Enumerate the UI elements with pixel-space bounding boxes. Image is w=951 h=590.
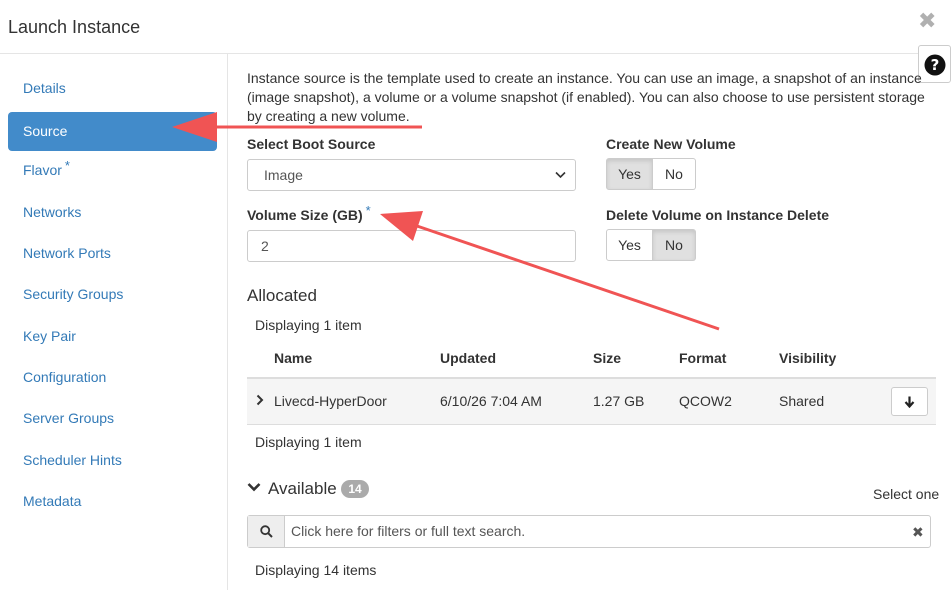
boot-source-label: Select Boot Source bbox=[247, 136, 376, 152]
deallocate-button[interactable] bbox=[891, 387, 928, 416]
volume-size-input[interactable]: 2 bbox=[247, 230, 576, 262]
sidebar-item-label: Key Pair bbox=[23, 328, 76, 344]
sidebar-item-security-groups[interactable]: Security Groups bbox=[8, 275, 217, 314]
clear-icon[interactable]: ✖ bbox=[912, 524, 924, 541]
boot-source-value: Image bbox=[264, 167, 303, 183]
sidebar-item-details[interactable]: Details bbox=[8, 69, 217, 108]
modal-header: Launch Instance ✖ bbox=[0, 0, 951, 54]
sidebar-item-label: Server Groups bbox=[23, 410, 115, 426]
expand-icon[interactable] bbox=[256, 394, 264, 406]
delete-volume-no-button[interactable]: No bbox=[653, 229, 696, 261]
table-row: Livecd-HyperDoor 6/10/26 7:04 AM 1.27 GB… bbox=[247, 379, 936, 425]
allocated-title: Allocated bbox=[247, 286, 317, 305]
sidebar-item-flavor[interactable]: Flavor * bbox=[8, 151, 217, 190]
search-input[interactable]: Click here for filters or full text sear… bbox=[291, 523, 525, 539]
sidebar-item-label: Source bbox=[23, 123, 68, 139]
create-volume-yes-button[interactable]: Yes bbox=[606, 158, 653, 190]
delete-volume-yes-button[interactable]: Yes bbox=[606, 229, 653, 261]
cell-visibility: Shared bbox=[779, 393, 825, 409]
sidebar-item-label: Network Ports bbox=[23, 245, 111, 261]
chevron-down-icon bbox=[555, 171, 566, 179]
search-bar[interactable]: Click here for filters or full text sear… bbox=[247, 515, 931, 548]
sidebar-item-label: Networks bbox=[23, 204, 82, 220]
available-count: Displaying 14 items bbox=[255, 562, 377, 578]
available-count-badge: 14 bbox=[341, 480, 369, 498]
column-header-format[interactable]: Format bbox=[679, 350, 726, 366]
required-marker: * bbox=[64, 158, 70, 173]
allocated-count-bottom: Displaying 1 item bbox=[255, 434, 362, 450]
required-marker: * bbox=[365, 203, 371, 218]
sidebar-item-network-ports[interactable]: Network Ports bbox=[8, 234, 217, 273]
volume-size-label-text: Volume Size (GB) bbox=[247, 207, 363, 223]
sidebar-item-metadata[interactable]: Metadata bbox=[8, 482, 217, 521]
sidebar-item-label: Configuration bbox=[23, 369, 107, 385]
column-header-visibility[interactable]: Visibility bbox=[779, 350, 836, 366]
sidebar-item-key-pair[interactable]: Key Pair bbox=[8, 317, 217, 356]
search-addon bbox=[248, 516, 285, 547]
create-volume-toggle: Yes No bbox=[606, 158, 696, 190]
sidebar-item-configuration[interactable]: Configuration bbox=[8, 358, 217, 397]
sidebar-item-networks[interactable]: Networks bbox=[8, 193, 217, 232]
cell-name: Livecd-HyperDoor bbox=[274, 393, 387, 409]
cell-size: 1.27 GB bbox=[593, 393, 645, 409]
column-header-name[interactable]: Name bbox=[274, 350, 312, 366]
sidebar-item-label: Security Groups bbox=[23, 286, 124, 302]
modal-title: Launch Instance bbox=[8, 17, 141, 37]
sidebar-item-source[interactable]: Source bbox=[8, 112, 217, 151]
sidebar-item-label: Flavor bbox=[23, 162, 62, 178]
sidebar-item-label: Scheduler Hints bbox=[23, 452, 122, 468]
sidebar-item-scheduler-hints[interactable]: Scheduler Hints bbox=[8, 441, 217, 480]
chevron-down-icon[interactable] bbox=[247, 482, 261, 492]
close-icon[interactable]: ✖ bbox=[918, 10, 936, 32]
help-glyph: ? bbox=[931, 56, 940, 74]
cell-format: QCOW2 bbox=[679, 393, 732, 409]
create-volume-label: Create New Volume bbox=[606, 136, 736, 152]
volume-size-value: 2 bbox=[261, 238, 269, 254]
search-icon bbox=[260, 525, 273, 538]
column-header-size[interactable]: Size bbox=[593, 350, 621, 366]
cell-updated: 6/10/26 7:04 AM bbox=[440, 393, 542, 409]
volume-size-label: Volume Size (GB) * bbox=[247, 203, 371, 223]
create-volume-no-button[interactable]: No bbox=[653, 158, 696, 190]
sidebar-item-label: Metadata bbox=[23, 493, 82, 509]
column-header-updated[interactable]: Updated bbox=[440, 350, 496, 366]
arrow-down-icon bbox=[904, 396, 915, 408]
source-description: Instance source is the template used to … bbox=[247, 70, 925, 124]
allocated-count-top: Displaying 1 item bbox=[255, 317, 362, 333]
sidebar-item-server-groups[interactable]: Server Groups bbox=[8, 399, 217, 438]
sidebar-item-label: Details bbox=[23, 80, 66, 96]
delete-volume-label: Delete Volume on Instance Delete bbox=[606, 207, 830, 223]
select-one-hint: Select one bbox=[873, 486, 940, 502]
available-title[interactable]: Available bbox=[268, 479, 337, 499]
delete-volume-toggle: Yes No bbox=[606, 229, 696, 261]
boot-source-select[interactable]: Image bbox=[247, 159, 576, 191]
